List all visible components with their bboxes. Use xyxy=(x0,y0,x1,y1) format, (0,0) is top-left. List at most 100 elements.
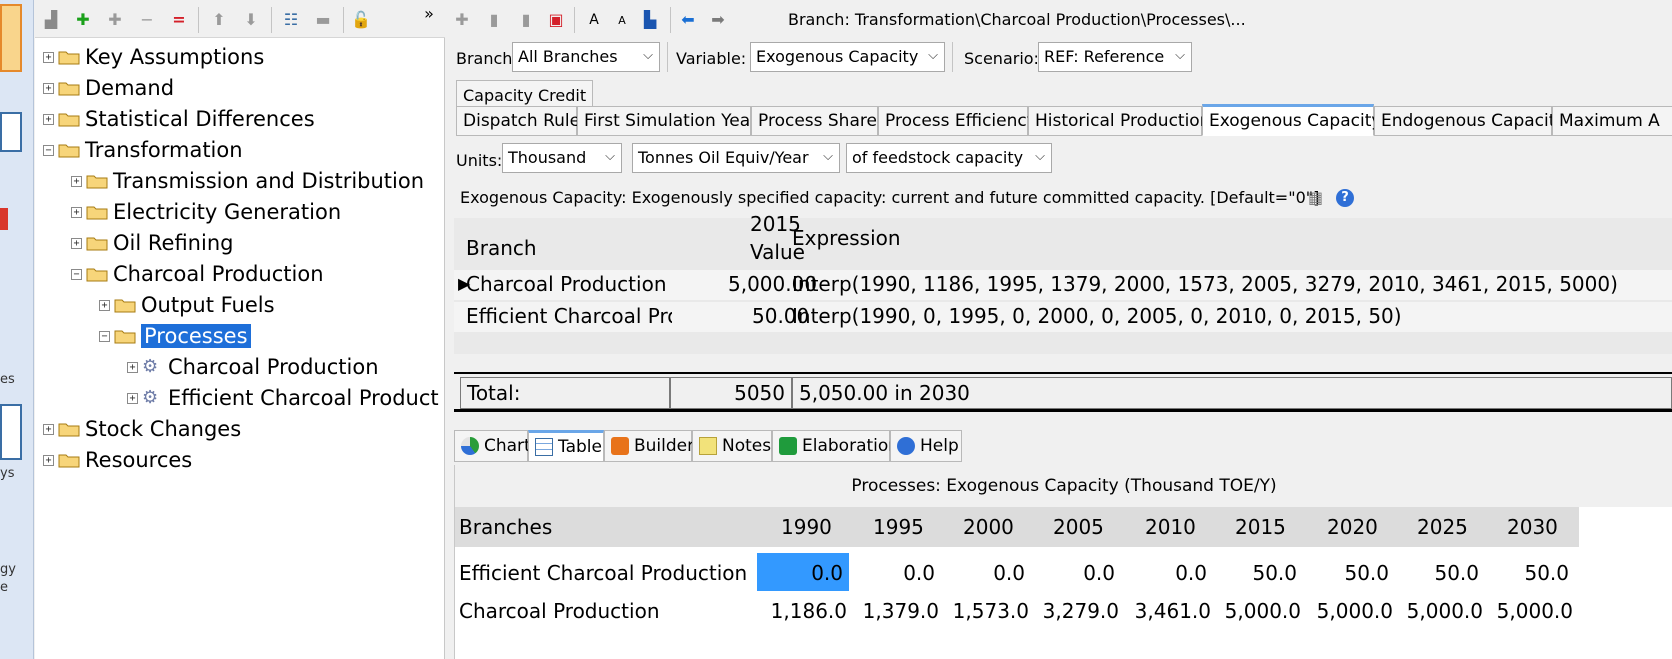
expand-icon[interactable]: + xyxy=(71,175,82,187)
expand-icon[interactable]: + xyxy=(127,392,138,404)
tab-elaboration[interactable]: Elaboration xyxy=(772,430,899,462)
tab-dispatch-rule[interactable]: Dispatch Rule xyxy=(456,106,580,136)
grid-row[interactable]: Efficient Charcoal Proc 50.00 Interp(199… xyxy=(454,302,1672,332)
energy-balance-icon[interactable] xyxy=(0,404,22,460)
table-cell[interactable]: 0.0 xyxy=(939,561,1025,585)
tree-item-statistical-differences[interactable]: + Statistical Differences xyxy=(43,105,315,133)
grid-branch-cell[interactable]: Efficient Charcoal Proc xyxy=(466,304,672,328)
table-cell[interactable]: 1,379.0 xyxy=(849,599,939,623)
expand-icon[interactable]: + xyxy=(43,423,54,435)
tab-notes[interactable]: Notes xyxy=(692,430,772,462)
table-row[interactable]: Efficient Charcoal Production 0.0 0.0 0.… xyxy=(455,553,1579,591)
units-measure-select[interactable]: Tonnes Oil Equiv/Year ⌵ xyxy=(632,143,840,173)
tab-process-share[interactable]: Process Share xyxy=(751,106,878,136)
expand-icon[interactable]: + xyxy=(43,113,54,125)
tree-item-processes[interactable]: − Processes xyxy=(99,322,251,350)
expand-icon[interactable]: + xyxy=(43,82,54,94)
delete-branch-icon[interactable]: = xyxy=(169,10,189,30)
bar-chart-icon[interactable]: ▙ xyxy=(640,10,660,30)
tab-historical-production[interactable]: Historical Production xyxy=(1028,106,1210,136)
tab-maximum-availability[interactable]: Maximum A xyxy=(1552,106,1672,136)
table-cell[interactable]: 0.0 xyxy=(757,561,843,585)
table-cell[interactable]: 50.0 xyxy=(1393,561,1479,585)
tree-item-transmission-and-distribution[interactable]: + Transmission and Distribution xyxy=(71,167,424,195)
properties-icon[interactable]: ▟ xyxy=(41,10,61,30)
tree-item-transformation[interactable]: − Transformation xyxy=(43,136,243,164)
decrease-font-icon[interactable]: A xyxy=(612,10,632,30)
toolbar-more-icon[interactable]: » xyxy=(419,4,439,24)
branch-select[interactable]: All Branches ⌵ xyxy=(512,42,660,72)
table-cell[interactable]: 50.0 xyxy=(1303,561,1389,585)
tree-item-oil-refining[interactable]: + Oil Refining xyxy=(71,229,233,257)
tree-item-electricity-generation[interactable]: + Electricity Generation xyxy=(71,198,341,226)
tree-item-process-efficient-charcoal[interactable]: + ⚙ Efficient Charcoal Product xyxy=(127,384,439,412)
tab-chart[interactable]: Chart xyxy=(454,430,531,462)
increase-font-icon[interactable]: A xyxy=(584,10,604,30)
move-up-icon[interactable]: ⬆ xyxy=(209,10,229,30)
tab-exogenous-capacity[interactable]: Exogenous Capacity xyxy=(1202,104,1381,136)
scenario-select[interactable]: REF: Reference ⌵ xyxy=(1038,42,1192,72)
folder-icon[interactable]: ▬ xyxy=(313,10,333,30)
table-cell[interactable]: 5,000.0 xyxy=(1393,599,1483,623)
expand-icon[interactable]: + xyxy=(43,454,54,466)
units-scale-select[interactable]: Thousand ⌵ xyxy=(502,143,622,173)
tree-item-output-fuels[interactable]: + Output Fuels xyxy=(99,291,275,319)
add-branch-icon[interactable]: ✚ xyxy=(73,10,93,30)
tab-first-simulation-year[interactable]: First Simulation Year xyxy=(577,106,757,136)
expand-icon[interactable]: + xyxy=(99,299,110,311)
add-multiple-icon[interactable]: ✚ xyxy=(105,10,125,30)
collapse-icon[interactable]: − xyxy=(99,330,110,342)
tab-help[interactable]: Help xyxy=(890,430,962,462)
collapse-icon[interactable]: − xyxy=(43,144,54,156)
diagram-view-icon[interactable] xyxy=(0,208,8,230)
collapse-icon[interactable]: − xyxy=(71,268,82,280)
help-icon[interactable]: ? xyxy=(1336,189,1354,207)
grid-row[interactable]: ▶ Charcoal Production 5,000.00 Interp(19… xyxy=(454,270,1672,300)
grid-expression-cell[interactable]: Interp(1990, 1186, 1995, 1379, 2000, 157… xyxy=(792,272,1618,296)
variable-select[interactable]: Exogenous Capacity ⌵ xyxy=(750,42,945,72)
table-cell[interactable]: 1,186.0 xyxy=(757,599,847,623)
grid-expression-cell[interactable]: Interp(1990, 0, 1995, 0, 2000, 0, 2005, … xyxy=(792,304,1402,328)
insert-icon[interactable]: ✚ xyxy=(452,10,472,30)
edit-default-icon[interactable]: ▦ xyxy=(1308,188,1323,207)
back-arrow-icon[interactable]: ⬅ xyxy=(678,10,698,30)
expand-icon[interactable]: + xyxy=(71,237,82,249)
tree-item-demand[interactable]: + Demand xyxy=(43,74,174,102)
export-icon[interactable]: ▣ xyxy=(546,10,566,30)
grid-branch-cell[interactable]: Charcoal Production xyxy=(466,272,667,296)
table-row[interactable]: Charcoal Production 1,186.0 1,379.0 1,57… xyxy=(455,591,1579,629)
tree-item-resources[interactable]: + Resources xyxy=(43,446,192,474)
tab-process-efficiency[interactable]: Process Efficiency xyxy=(878,106,1037,136)
tab-capacity-credit[interactable]: Capacity Credit xyxy=(456,80,594,108)
tab-table[interactable]: Table xyxy=(528,430,604,462)
expand-icon[interactable]: + xyxy=(127,361,138,373)
table-cell[interactable]: 3,279.0 xyxy=(1029,599,1119,623)
table-cell[interactable]: 0.0 xyxy=(1029,561,1115,585)
expand-icon[interactable]: + xyxy=(43,51,54,63)
lock-icon[interactable]: 🔓 xyxy=(351,10,371,30)
table-cell[interactable]: 5,000.0 xyxy=(1483,599,1573,623)
table-cell[interactable]: 50.0 xyxy=(1483,561,1569,585)
table-cell[interactable]: 0.0 xyxy=(849,561,935,585)
forward-arrow-icon[interactable]: ➡ xyxy=(708,10,728,30)
tree-item-key-assumptions[interactable]: + Key Assumptions xyxy=(43,43,264,71)
tab-endogenous-capacity[interactable]: Endogenous Capacity xyxy=(1374,106,1565,136)
tree-item-charcoal-production[interactable]: − Charcoal Production xyxy=(71,260,324,288)
tree-item-stock-changes[interactable]: + Stock Changes xyxy=(43,415,241,443)
table-cell[interactable]: 50.0 xyxy=(1211,561,1297,585)
paste-icon[interactable]: ▮ xyxy=(516,10,536,30)
table-cell[interactable]: 0.0 xyxy=(1121,561,1207,585)
expand-icon[interactable]: + xyxy=(71,206,82,218)
tree-item-process-charcoal-production[interactable]: + ⚙ Charcoal Production xyxy=(127,353,379,381)
copy-icon[interactable]: ▮ xyxy=(484,10,504,30)
table-cell[interactable]: 5,000.0 xyxy=(1211,599,1301,623)
analysis-view-icon[interactable] xyxy=(0,4,22,72)
tab-builder[interactable]: Builder xyxy=(604,430,694,462)
move-down-icon[interactable]: ⬇ xyxy=(241,10,261,30)
tree-outline-icon[interactable]: ☷ xyxy=(281,10,301,30)
table-cell[interactable]: 1,573.0 xyxy=(939,599,1029,623)
results-view-icon[interactable] xyxy=(0,112,22,152)
remove-branch-icon[interactable]: − xyxy=(137,10,157,30)
table-cell[interactable]: 3,461.0 xyxy=(1121,599,1211,623)
table-cell[interactable]: 5,000.0 xyxy=(1303,599,1393,623)
